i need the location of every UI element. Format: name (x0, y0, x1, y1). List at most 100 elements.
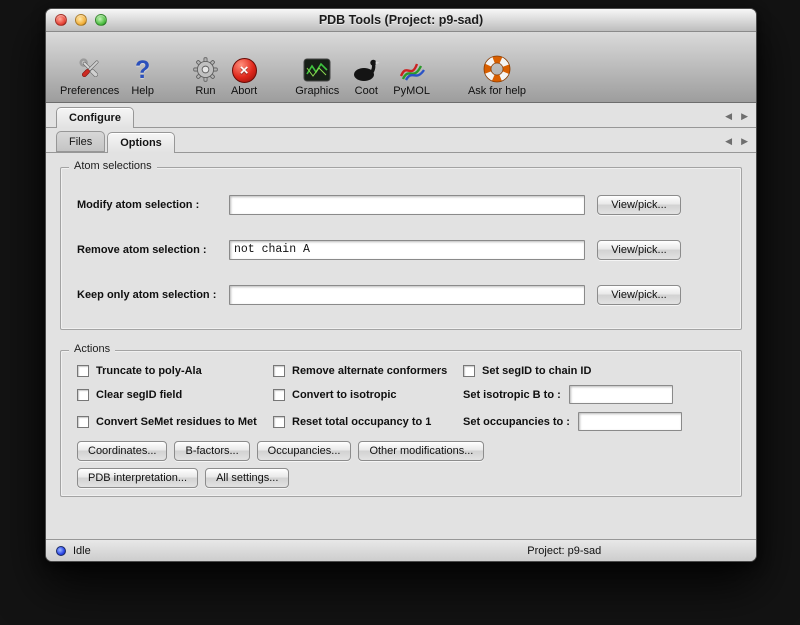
toolbar-button-graphics[interactable]: Graphics (289, 41, 345, 97)
all-settings-button[interactable]: All settings... (205, 468, 289, 488)
tab-options[interactable]: Options (107, 132, 175, 153)
tab-scroll-right-icon[interactable]: ▶ (741, 112, 748, 122)
checkbox-box[interactable] (463, 365, 475, 377)
toolbar-label-ask-for-help: Ask for help (468, 85, 526, 97)
view-pick-modify-button[interactable]: View/pick... (597, 195, 681, 215)
set-occupancies-input[interactable] (578, 412, 682, 431)
modify-atom-selection-input[interactable] (229, 195, 585, 215)
toolbar-label-run: Run (195, 85, 215, 97)
checkbox-label: Truncate to poly-Ala (96, 365, 202, 377)
tab-scroll-arrows: ◀ ▶ (725, 112, 748, 122)
checkbox-label: Clear segID field (96, 389, 182, 401)
toolbar-button-abort[interactable]: × Abort (225, 41, 263, 97)
tab-files[interactable]: Files (56, 131, 105, 152)
toolbar-label-help: Help (131, 85, 154, 97)
other-modifications-button[interactable]: Other modifications... (358, 441, 484, 461)
checkbox-clear-segid-field[interactable]: Clear segID field (77, 389, 273, 401)
checkbox-reset-total-occupancy[interactable]: Reset total occupancy to 1 (273, 416, 463, 428)
toolbar-label-coot: Coot (355, 85, 378, 97)
options-panel: Atom selections Modify atom selection : … (46, 153, 756, 539)
keep-only-atom-selection-input[interactable] (229, 285, 585, 305)
checkbox-box[interactable] (77, 389, 89, 401)
set-isotropic-b-label: Set isotropic B to : (463, 389, 561, 401)
modify-atom-selection-label: Modify atom selection : (77, 199, 229, 211)
tab-scroll-arrows: ◀ ▶ (725, 137, 748, 147)
toolbar: Preferences ? Help (46, 32, 756, 103)
tab-scroll-right-icon[interactable]: ▶ (741, 137, 748, 147)
title-bar: PDB Tools (Project: p9-sad) (46, 9, 756, 32)
status-text: Idle (73, 545, 91, 557)
coordinates-button[interactable]: Coordinates... (77, 441, 167, 461)
window-controls (55, 14, 107, 26)
view-pick-keep-button[interactable]: View/pick... (597, 285, 681, 305)
toolbar-label-abort: Abort (231, 85, 257, 97)
checkbox-box[interactable] (273, 389, 285, 401)
coot-bird-icon (351, 51, 381, 83)
project-label: Project: p9-sad (527, 545, 601, 557)
checkbox-set-segid-to-chain-id[interactable]: Set segID to chain ID (463, 365, 731, 377)
tools-icon (76, 51, 104, 83)
toolbar-button-coot[interactable]: Coot (345, 41, 387, 97)
app-window: PDB Tools (Project: p9-sad) (45, 8, 757, 562)
abort-x-icon: × (232, 51, 257, 83)
view-pick-remove-button[interactable]: View/pick... (597, 240, 681, 260)
checkbox-convert-to-isotropic[interactable]: Convert to isotropic (273, 389, 463, 401)
window-title: PDB Tools (Project: p9-sad) (319, 13, 483, 27)
pymol-ribbon-icon (398, 51, 426, 83)
checkbox-remove-alternate-conformers[interactable]: Remove alternate conformers (273, 365, 463, 377)
files-options-tab-bar: Files Options ◀ ▶ (46, 128, 756, 153)
checkbox-box[interactable] (77, 365, 89, 377)
actions-button-row-1: Coordinates... B-factors... Occupancies.… (77, 441, 731, 461)
toolbar-button-run[interactable]: Run (186, 41, 225, 97)
group-title-atom-selections: Atom selections (69, 160, 157, 172)
tab-scroll-left-icon[interactable]: ◀ (725, 112, 732, 122)
status-led-icon (56, 546, 66, 556)
toolbar-label-preferences: Preferences (60, 85, 119, 97)
remove-atom-selection-input[interactable] (229, 240, 585, 260)
b-factors-button[interactable]: B-factors... (174, 441, 249, 461)
remove-atom-selection-row: Remove atom selection : View/pick... (77, 227, 731, 272)
lifebuoy-icon (483, 51, 511, 83)
toolbar-button-ask-for-help[interactable]: Ask for help (462, 41, 532, 97)
toolbar-label-graphics: Graphics (295, 85, 339, 97)
pdb-interpretation-button[interactable]: PDB interpretation... (77, 468, 198, 488)
toolbar-button-preferences[interactable]: Preferences (54, 41, 125, 97)
checkbox-label: Reset total occupancy to 1 (292, 416, 431, 428)
set-isotropic-b-input[interactable] (569, 385, 673, 404)
status-bar: Idle Project: p9-sad (46, 539, 756, 561)
configure-tab-bar: Configure ◀ ▶ (46, 103, 756, 128)
group-title-actions: Actions (69, 343, 115, 355)
gear-icon (192, 51, 219, 83)
set-occupancies-label: Set occupancies to : (463, 416, 570, 428)
actions-grid: Truncate to poly-Ala Remove alternate co… (77, 365, 731, 431)
actions-group: Actions Truncate to poly-Ala Remove alte… (60, 350, 742, 497)
set-occupancies-field: Set occupancies to : (463, 412, 731, 431)
checkbox-truncate-poly-ala[interactable]: Truncate to poly-Ala (77, 365, 273, 377)
configure-page: Files Options ◀ ▶ Atom selections Modify… (46, 128, 756, 539)
tab-configure[interactable]: Configure (56, 107, 134, 128)
checkbox-label: Set segID to chain ID (482, 365, 591, 377)
help-question-icon: ? (135, 51, 150, 83)
set-isotropic-b-field: Set isotropic B to : (463, 385, 731, 404)
toolbar-button-help[interactable]: ? Help (125, 41, 160, 97)
modify-atom-selection-row: Modify atom selection : View/pick... (77, 182, 731, 227)
keep-only-atom-selection-label: Keep only atom selection : (77, 289, 229, 301)
close-button[interactable] (55, 14, 67, 26)
occupancies-button[interactable]: Occupancies... (257, 441, 352, 461)
tab-scroll-left-icon[interactable]: ◀ (725, 137, 732, 147)
minimize-button[interactable] (75, 14, 87, 26)
desktop-background: PDB Tools (Project: p9-sad) (0, 0, 800, 625)
remove-atom-selection-label: Remove atom selection : (77, 244, 229, 256)
checkbox-label: Remove alternate conformers (292, 365, 447, 377)
checkbox-box[interactable] (77, 416, 89, 428)
toolbar-button-pymol[interactable]: PyMOL (387, 41, 436, 97)
checkbox-label: Convert SeMet residues to Met (96, 416, 257, 428)
zoom-button[interactable] (95, 14, 107, 26)
checkbox-box[interactable] (273, 365, 285, 377)
checkbox-convert-semet-to-met[interactable]: Convert SeMet residues to Met (77, 416, 273, 428)
atom-selections-group: Atom selections Modify atom selection : … (60, 167, 742, 330)
keep-only-atom-selection-row: Keep only atom selection : View/pick... (77, 272, 731, 317)
checkbox-box[interactable] (273, 416, 285, 428)
actions-button-row-2: PDB interpretation... All settings... (77, 468, 731, 488)
graphics-molecule-icon (303, 51, 331, 83)
